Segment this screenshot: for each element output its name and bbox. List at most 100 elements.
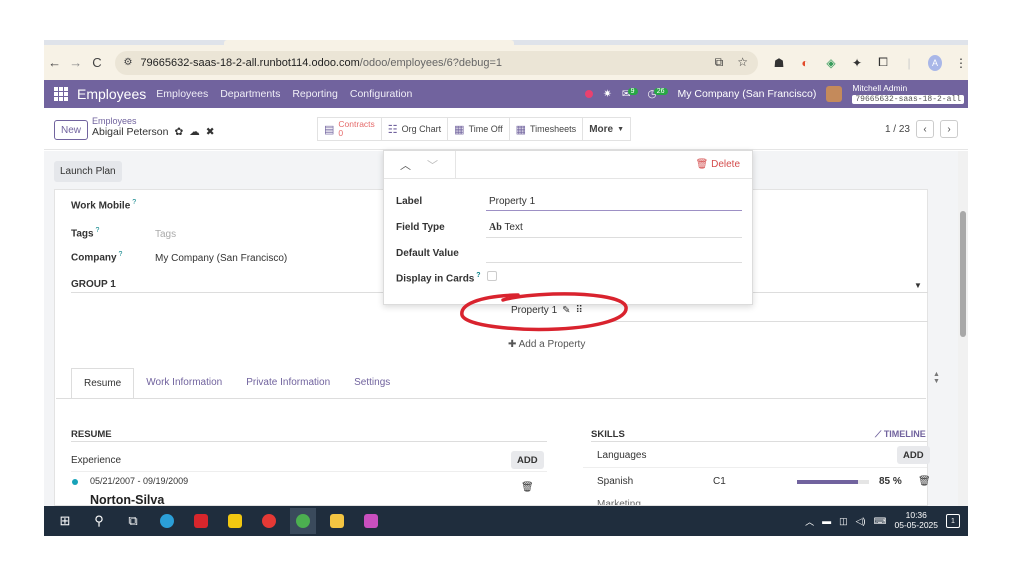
- extensions-puzzle-icon[interactable]: ⧠: [876, 55, 890, 70]
- display-in-cards-checkbox[interactable]: [487, 271, 497, 281]
- field-type-select[interactable]: Ab Text: [489, 222, 523, 233]
- experience-company[interactable]: Norton-Silva: [90, 493, 164, 507]
- vertical-scrollbar[interactable]: [958, 151, 968, 507]
- scrollbar-thumb[interactable]: [960, 211, 966, 337]
- wps-icon[interactable]: [256, 508, 282, 534]
- notebook-tabs: Resume Work Information Private Informat…: [71, 368, 402, 399]
- pager-value[interactable]: 1 / 23: [885, 124, 910, 135]
- pager-previous-icon[interactable]: ‹: [916, 120, 934, 138]
- tab-private-information[interactable]: Private Information: [234, 368, 342, 399]
- clock-date: 05-05-2025: [895, 520, 938, 530]
- timeline-button[interactable]: ⟋ TIMELINE: [875, 429, 926, 440]
- chevron-down-icon[interactable]: ﹀: [427, 157, 438, 173]
- extension-green-icon[interactable]: ◈: [824, 56, 838, 70]
- menu-employees[interactable]: Employees: [156, 88, 208, 100]
- contracts-button[interactable]: ▤ Contracts 0: [317, 117, 381, 141]
- gear-icon[interactable]: ✿: [174, 127, 183, 139]
- extensions: ☗ ◐ ◈ ✦ ⧠ | A ⋮: [772, 55, 968, 71]
- acrobat-icon[interactable]: [188, 508, 214, 534]
- search-icon[interactable]: ⚲: [86, 508, 112, 534]
- company-switcher[interactable]: My Company (San Francisco): [678, 88, 817, 100]
- task-view-icon[interactable]: ⧉: [120, 508, 146, 534]
- edge-icon[interactable]: [154, 508, 180, 534]
- extension-bug-icon[interactable]: ☗: [772, 56, 786, 70]
- skills-title: SKILLS: [591, 429, 625, 440]
- help-icon[interactable]: ?: [130, 199, 136, 206]
- trash-icon[interactable]: 🗑: [521, 482, 534, 493]
- timesheets-button[interactable]: ▦Timesheets: [509, 117, 583, 141]
- tags-input[interactable]: Tags: [155, 229, 176, 240]
- pager-next-icon[interactable]: ›: [940, 120, 958, 138]
- delete-property-button[interactable]: 🗑 Delete: [696, 159, 740, 170]
- tab-resume[interactable]: Resume: [71, 368, 134, 399]
- discard-icon[interactable]: ✖: [206, 127, 215, 139]
- battery-icon[interactable]: ▬: [822, 516, 831, 526]
- chrome-icon[interactable]: [290, 508, 316, 534]
- resize-handle-icon[interactable]: ▲▼: [933, 371, 940, 385]
- paint-app-icon[interactable]: [358, 508, 384, 534]
- help-icon[interactable]: ?: [117, 251, 123, 258]
- property-name: Property 1: [511, 305, 557, 316]
- reload-icon[interactable]: C: [86, 55, 107, 70]
- recording-dot-icon[interactable]: [585, 90, 593, 98]
- extension-shield-icon[interactable]: ◐: [798, 56, 812, 70]
- save-cloud-icon[interactable]: ☁: [189, 127, 200, 139]
- site-info-icon[interactable]: ⚙: [123, 57, 132, 68]
- pager: 1 / 23 ‹ ›: [885, 120, 958, 138]
- windows-start-icon[interactable]: ⊞: [52, 508, 78, 534]
- add-resume-button[interactable]: ADD: [511, 451, 544, 469]
- user-name: Mitchell Admin: [852, 84, 964, 93]
- drag-handle-icon[interactable]: ⠿: [576, 305, 583, 316]
- skill-progress-text: 85 %: [879, 476, 902, 487]
- extension-counter-icon[interactable]: ✦: [850, 56, 864, 70]
- browser-menu-icon[interactable]: ⋮: [954, 56, 968, 70]
- time-off-button[interactable]: ▦Time Off: [447, 117, 508, 141]
- file-explorer-icon[interactable]: [324, 508, 350, 534]
- default-value-input[interactable]: [486, 262, 742, 263]
- chevron-up-icon[interactable]: ︿: [805, 515, 814, 528]
- tab-settings[interactable]: Settings: [342, 368, 402, 399]
- activities-icon[interactable]: ◷26: [648, 88, 668, 100]
- database-name: 79665632-saas-18-2-all: [852, 95, 964, 104]
- help-icon[interactable]: ?: [94, 227, 100, 234]
- bookmark-star-icon[interactable]: ☆: [737, 55, 748, 70]
- profile-avatar-icon[interactable]: A: [928, 55, 942, 71]
- company-value[interactable]: My Company (San Francisco): [155, 253, 287, 264]
- menu-reporting[interactable]: Reporting: [292, 88, 338, 100]
- back-icon[interactable]: ←: [44, 55, 65, 70]
- install-app-icon[interactable]: ⧉: [715, 55, 724, 70]
- apps-grid-icon[interactable]: [54, 87, 68, 101]
- label-input[interactable]: Property 1: [489, 196, 535, 207]
- org-chart-button[interactable]: ☷Org Chart: [381, 117, 447, 141]
- pencil-icon[interactable]: ✎: [562, 305, 570, 316]
- keyboard-icon[interactable]: ⌨: [874, 516, 887, 527]
- trash-icon[interactable]: 🗑: [918, 476, 931, 487]
- url-field[interactable]: ⚙ 79665632-saas-18-2-all.runbot114.odoo.…: [115, 51, 758, 75]
- help-icon[interactable]: ?: [474, 272, 480, 279]
- skill-progress-bar: [797, 480, 869, 484]
- clock[interactable]: 10:36 05-05-2025: [895, 511, 938, 531]
- volume-icon[interactable]: ◁): [856, 516, 866, 527]
- debug-bug-icon[interactable]: ✷: [603, 88, 612, 100]
- forward-icon[interactable]: →: [65, 55, 86, 70]
- skill-name[interactable]: Spanish: [597, 476, 633, 487]
- user-menu[interactable]: Mitchell Admin 79665632-saas-18-2-all: [852, 84, 964, 104]
- add-property-button[interactable]: ✚ Add a Property: [508, 339, 585, 350]
- work-mobile-label: Work Mobile: [71, 200, 130, 211]
- app-name[interactable]: Employees: [77, 86, 146, 102]
- user-avatar[interactable]: [826, 86, 842, 102]
- caret-down-icon[interactable]: ▼: [914, 281, 922, 290]
- messages-icon[interactable]: ✉9: [622, 88, 638, 100]
- network-icon[interactable]: ◫: [839, 516, 848, 527]
- launch-plan-button[interactable]: Launch Plan: [54, 161, 122, 182]
- menu-departments[interactable]: Departments: [220, 88, 280, 100]
- tab-work-information[interactable]: Work Information: [134, 368, 234, 399]
- menu-configuration[interactable]: Configuration: [350, 88, 412, 100]
- powerbi-icon[interactable]: [222, 508, 248, 534]
- chevron-up-icon[interactable]: ︿: [400, 157, 411, 173]
- property-row[interactable]: Property 1 ✎ ⠿: [511, 305, 583, 316]
- new-button[interactable]: New: [54, 120, 88, 140]
- add-skill-button[interactable]: ADD: [897, 446, 930, 464]
- more-button[interactable]: More▼: [582, 117, 631, 141]
- notifications-icon[interactable]: 1: [946, 514, 960, 528]
